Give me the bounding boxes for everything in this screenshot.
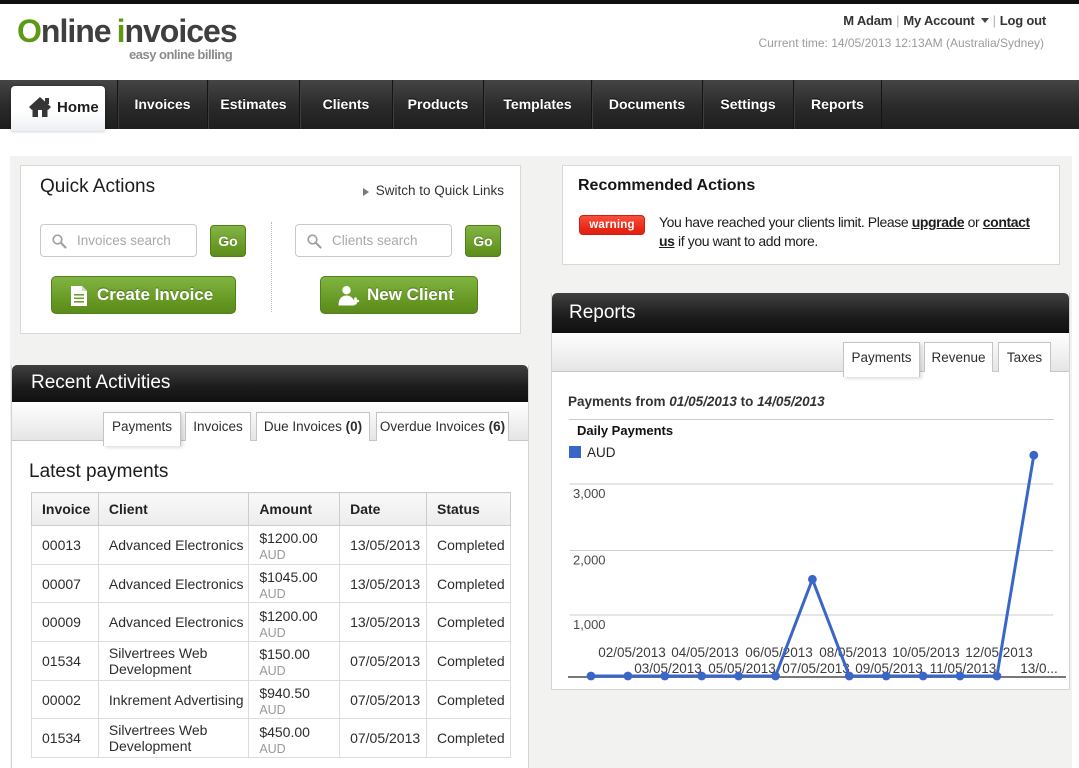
svg-text:2,000: 2,000: [573, 553, 606, 568]
svg-text:3,000: 3,000: [573, 486, 606, 501]
svg-text:02/05/2013: 02/05/2013: [598, 645, 666, 660]
svg-text:10/05/2013: 10/05/2013: [892, 645, 960, 660]
svg-text:04/05/2013: 04/05/2013: [671, 645, 739, 660]
svg-text:06/05/2013: 06/05/2013: [745, 645, 813, 660]
svg-text:1,000: 1,000: [573, 617, 606, 632]
svg-text:08/05/2013: 08/05/2013: [819, 645, 887, 660]
svg-text:07/05/2013: 07/05/2013: [782, 661, 850, 676]
svg-text:13/0...: 13/0...: [1020, 661, 1058, 676]
